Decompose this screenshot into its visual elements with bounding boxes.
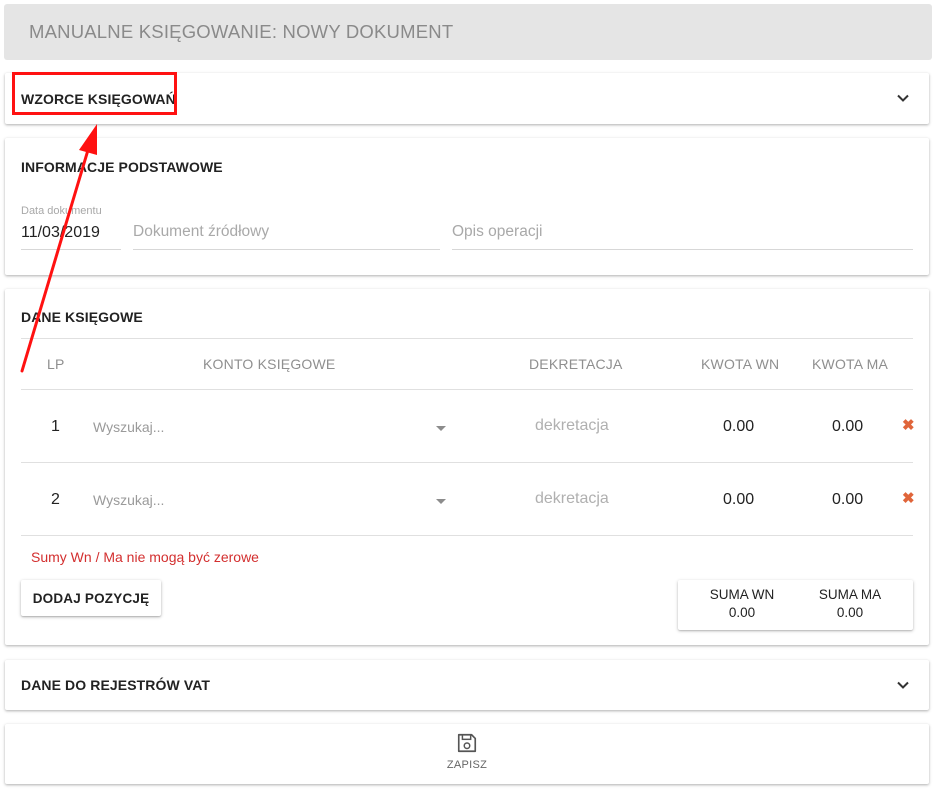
account-search-select[interactable]: Wyszukaj... [93,492,164,508]
column-header-kwota-ma: KWOTA MA [812,356,889,372]
floppy-disk-icon [457,733,477,753]
kwota-wn-input[interactable]: 0.00 [723,491,754,509]
column-header-kwota-wn: KWOTA WN [701,356,780,372]
chevron-down-icon[interactable] [896,91,910,105]
save-button[interactable]: ZAPISZ [430,732,504,776]
operation-description-placeholder: Opis operacji [452,223,543,240]
sum-summary: SUMA WN 0.00 SUMA MA 0.00 [678,580,913,630]
source-document-placeholder: Dokument źródłowy [133,223,270,240]
delete-x-icon[interactable]: ✖ [902,489,915,507]
document-date-field[interactable]: Data dokumentu 11/03/2019 [21,205,121,250]
save-bar: ZAPISZ [5,724,929,784]
row-lp: 1 [51,418,60,435]
wzorce-panel-title: WZORCE KSIĘGOWAŃ [21,91,176,107]
accounting-data-title: DANE KSIĘGOWE [21,309,143,325]
add-position-button[interactable]: DODAJ POZYCJĘ [21,580,161,616]
source-document-field[interactable]: Dokument źródłowy [133,205,440,250]
sum-ma-value: 0.00 [836,605,864,620]
basic-info-panel: INFORMACJE PODSTAWOWE Data dokumentu 11/… [5,138,929,275]
chevron-down-icon[interactable] [896,678,910,692]
operation-description-field[interactable]: Opis operacji [452,205,913,250]
sum-ma: SUMA MA 0.00 [795,586,905,622]
page: MANUALNE KSIĘGOWANIE: NOWY DOKUMENT WZOR… [0,0,935,792]
divider [21,338,913,339]
sum-wn-value: 0.00 [728,605,756,620]
column-header-account: KONTO KSIĘGOWE [203,356,336,372]
kwota-ma-input[interactable]: 0.00 [832,491,863,509]
basic-info-title: INFORMACJE PODSTAWOWE [21,159,223,175]
divider [21,462,913,463]
page-header: MANUALNE KSIĘGOWANIE: NOWY DOKUMENT [4,4,932,60]
page-title: MANUALNE KSIĘGOWANIE: NOWY DOKUMENT [29,21,454,42]
document-date-label: Data dokumentu [21,205,102,217]
caret-down-icon[interactable] [436,499,446,504]
dekretacja-input[interactable]: dekretacja [535,417,609,435]
accounting-data-panel: DANE KSIĘGOWE LP KONTO KSIĘGOWE DEKRETAC… [5,289,929,645]
column-header-lp: LP [47,356,65,372]
kwota-wn-input[interactable]: 0.00 [723,418,754,436]
sum-ma-label: SUMA MA [818,587,882,602]
vat-register-title: DANE DO REJESTRÓW VAT [21,677,211,693]
account-search-select[interactable]: Wyszukaj... [93,419,164,435]
save-button-label: ZAPISZ [446,759,488,771]
divider [21,535,913,536]
sum-wn: SUMA WN 0.00 [687,586,797,622]
wzorce-panel[interactable]: WZORCE KSIĘGOWAŃ [5,73,929,124]
sum-wn-label: SUMA WN [709,587,775,602]
divider [21,389,913,390]
vat-register-panel[interactable]: DANE DO REJESTRÓW VAT [5,660,929,710]
validation-error: Sumy Wn / Ma nie mogą być zerowe [31,549,259,565]
kwota-ma-input[interactable]: 0.00 [832,418,863,436]
delete-x-icon[interactable]: ✖ [902,416,915,434]
row-lp: 2 [51,491,60,508]
dekretacja-input[interactable]: dekretacja [535,490,609,508]
document-date-value[interactable]: 11/03/2019 [21,224,100,242]
caret-down-icon[interactable] [436,426,446,431]
column-header-dekretacja: DEKRETACJA [529,356,623,372]
